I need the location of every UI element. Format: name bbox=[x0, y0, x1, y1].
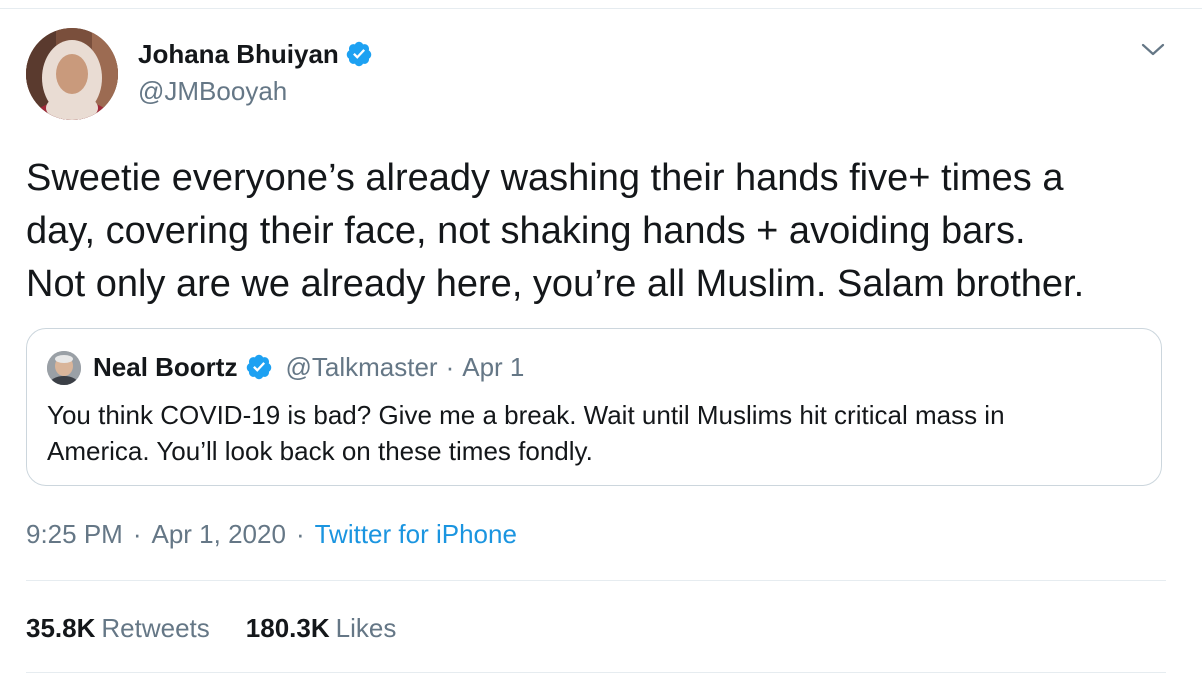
quoted-author-handle: @Talkmaster bbox=[285, 352, 438, 382]
quoted-author-name: Neal Boortz bbox=[93, 352, 238, 382]
meta-separator: · bbox=[132, 519, 142, 549]
tweet-date[interactable]: Apr 1, 2020 bbox=[152, 519, 286, 549]
tweet-meta: 9:25 PM · Apr 1, 2020 · Twitter for iPhone bbox=[26, 516, 517, 552]
tweet-source-link[interactable]: Twitter for iPhone bbox=[315, 519, 517, 549]
author-handle[interactable]: @JMBooyah bbox=[138, 75, 287, 107]
verified-badge-icon bbox=[345, 40, 373, 68]
chevron-down-icon[interactable] bbox=[1140, 40, 1166, 60]
retweets-count: 35.8K bbox=[26, 613, 96, 643]
retweets-label: Retweets bbox=[101, 613, 210, 643]
meta-separator: · bbox=[295, 519, 305, 549]
likes-stat[interactable]: 180.3K Likes bbox=[246, 610, 397, 646]
quoted-tweet-text: You think COVID-19 is bad? Give me a bre… bbox=[47, 400, 1005, 466]
author-avatar[interactable] bbox=[26, 28, 118, 120]
quoted-date: Apr 1 bbox=[462, 352, 525, 382]
avatar-image bbox=[26, 28, 118, 120]
likes-count: 180.3K bbox=[245, 613, 330, 643]
tweet-stats: 35.8K Retweets 180.3K Likes bbox=[26, 610, 396, 646]
top-divider bbox=[0, 8, 1202, 9]
quoted-header: Neal Boortz @Talkmaster · Apr 1 bbox=[93, 351, 524, 383]
stats-divider bbox=[26, 580, 1166, 581]
verified-badge-icon bbox=[245, 353, 273, 381]
bottom-divider bbox=[26, 672, 1166, 673]
tweet-text: Sweetie everyone’s already washing their… bbox=[26, 157, 1085, 305]
likes-label: Likes bbox=[335, 613, 397, 643]
tweet-time[interactable]: 9:25 PM bbox=[26, 519, 123, 549]
author-name[interactable]: Johana Bhuiyan bbox=[138, 38, 373, 70]
quoted-separator: · bbox=[445, 352, 455, 382]
author-name-text: Johana Bhuiyan bbox=[138, 39, 339, 69]
quoted-author-avatar bbox=[47, 351, 81, 385]
retweets-stat[interactable]: 35.8K Retweets bbox=[26, 610, 210, 646]
quoted-tweet-card[interactable]: Neal Boortz @Talkmaster · Apr 1 You thin… bbox=[26, 328, 1162, 486]
